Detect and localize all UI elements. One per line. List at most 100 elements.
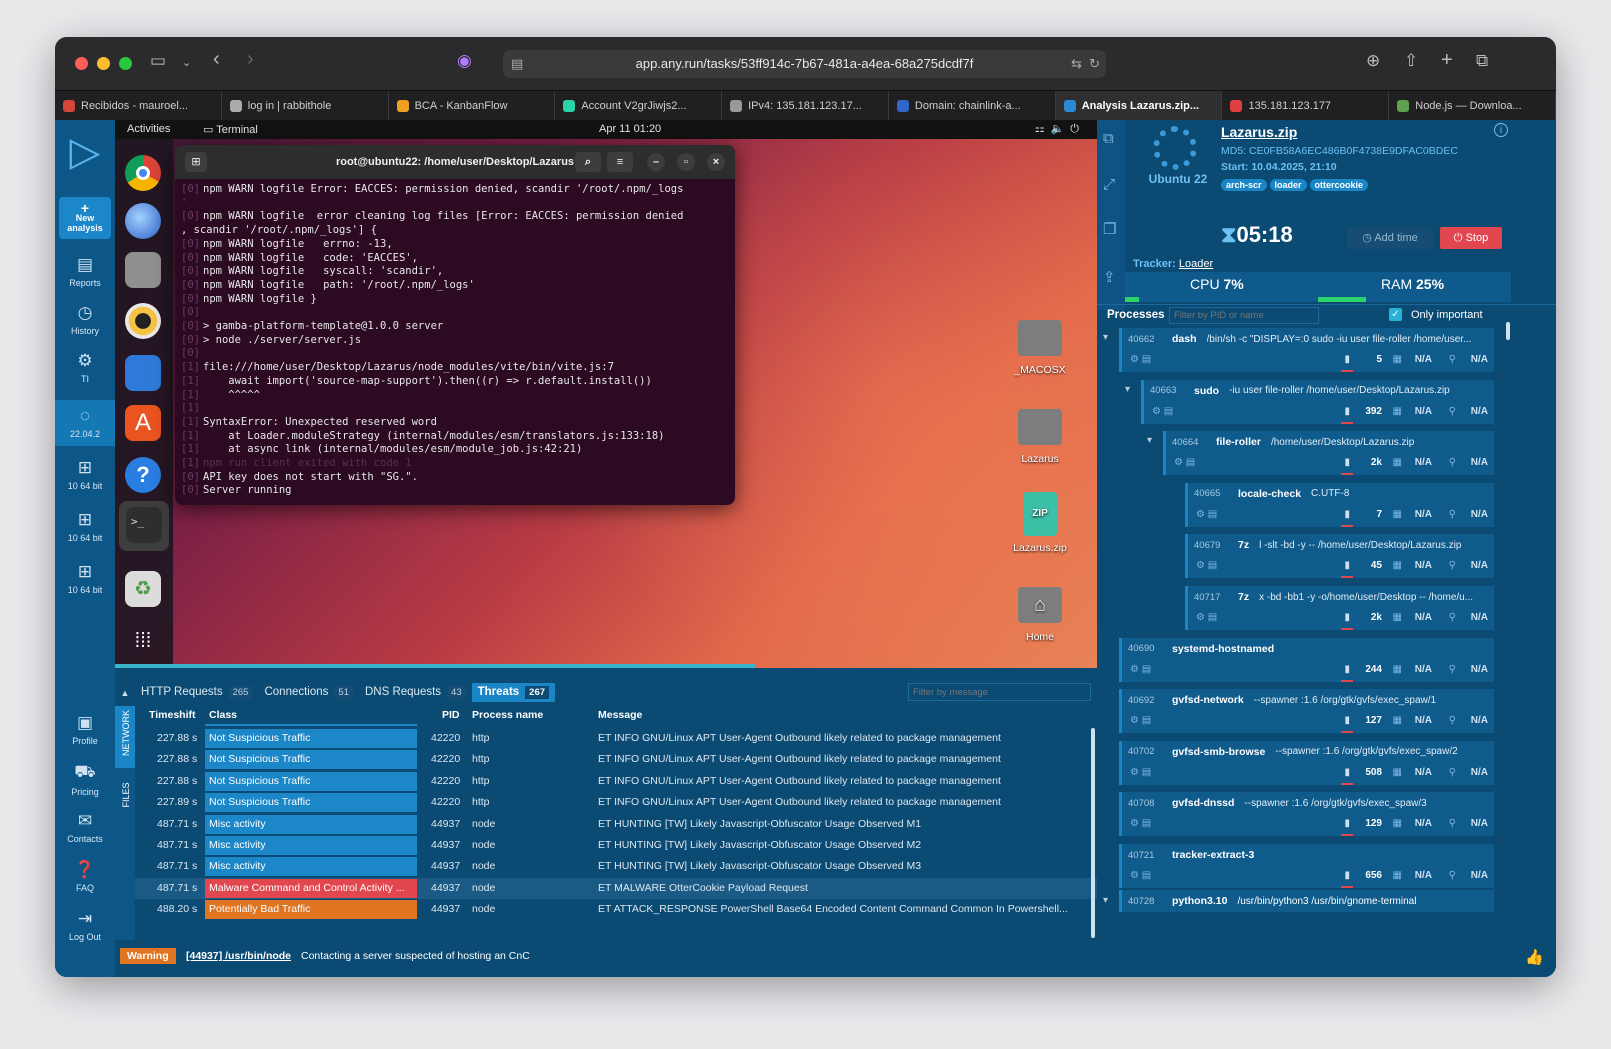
expand-chevron-icon[interactable]: ▾: [1125, 384, 1130, 395]
translate-icon[interactable]: ⇆: [1071, 50, 1082, 78]
threat-row[interactable]: 227.88 s Not Suspicious Traffic 42220 http E…: [135, 749, 1097, 770]
col-timeshift[interactable]: Timeshift: [149, 709, 195, 721]
vtab-files[interactable]: FILES: [121, 772, 131, 818]
events-tab[interactable]: Threats 267: [471, 683, 556, 702]
desktop-folder-macosx[interactable]: _MACOSX: [1005, 320, 1075, 376]
terminal-dock-icon[interactable]: >_: [126, 507, 162, 543]
browser-tab[interactable]: 135.181.123.177: [1222, 91, 1390, 121]
desktop-file-lazarus-zip[interactable]: ZIP Lazarus.zip: [1005, 492, 1075, 554]
events-tab[interactable]: Connections 51: [258, 683, 359, 702]
thunderbird-icon[interactable]: [125, 203, 161, 239]
threat-row[interactable]: 487.71 s Misc activity 44937 node ET HUNTING…: [135, 814, 1097, 835]
threat-row[interactable]: 227.89 s Not Suspicious Traffic 42220 http E…: [135, 792, 1097, 813]
expand-chevron-icon[interactable]: ▾: [1103, 895, 1108, 906]
threat-row[interactable]: 487.71 s Malware Command and Control Acti…: [135, 877, 1097, 899]
events-tab[interactable]: HTTP Requests 265: [135, 683, 258, 702]
process-row[interactable]: 40690 systemd-hostnamed ⚙ ▤ ▮ 244 ▦ N/A ⚲ N/A: [1119, 637, 1494, 682]
tag[interactable]: ottercookie: [1309, 179, 1369, 191]
copy-icon[interactable]: ❐: [1103, 220, 1116, 238]
close-window-button[interactable]: [75, 57, 88, 70]
back-icon[interactable]: ‹: [213, 48, 220, 71]
process-row-last[interactable]: 40728 python3.10 /usr/bin/python3 /usr/b…: [1119, 890, 1494, 912]
browser-tab[interactable]: IPv4: 135.181.123.17...: [722, 91, 889, 121]
browser-tab[interactable]: Domain: chainlink-a...: [889, 91, 1056, 121]
process-filter-input[interactable]: [1169, 307, 1319, 324]
nav-windows-vm-2[interactable]: ⊞ 10 64 bit: [55, 510, 115, 543]
process-row[interactable]: 40721 tracker-extract-3 ⚙ ▤ ▮ 656 ▦ N/A ⚲ N/A: [1119, 844, 1494, 888]
threat-row[interactable]: 227.88 s Not Suspicious Traffic 42220 http E…: [135, 771, 1097, 792]
system-tray-icons[interactable]: ⚏🔈⏻: [1035, 122, 1085, 136]
process-row[interactable]: 40692 gvfsd-network --spawner :1.6 /org/gt…: [1119, 689, 1494, 734]
browser-tab[interactable]: BCA - KanbanFlow: [389, 91, 556, 121]
minimize-icon[interactable]: –: [647, 153, 665, 171]
col-pid[interactable]: PID: [442, 709, 460, 721]
events-scrollbar[interactable]: [1091, 728, 1095, 938]
app-menu[interactable]: ▭ Terminal: [203, 123, 258, 136]
browser-tab[interactable]: Recibidos - mauroel...: [55, 91, 222, 121]
address-bar[interactable]: ▤ app.any.run/tasks/53ff914c-7b67-481a-a…: [503, 50, 1106, 78]
only-important-checkbox[interactable]: ✓: [1389, 308, 1402, 321]
collapse-icon[interactable]: ▲: [115, 688, 135, 698]
file-name[interactable]: Lazarus.zip: [1221, 124, 1297, 140]
browser-tab[interactable]: Account V2grJiwjs2...: [555, 91, 723, 121]
nav-profile[interactable]: ▣ Profile: [55, 713, 115, 746]
files-icon[interactable]: [125, 252, 161, 288]
rhythmbox-icon[interactable]: [125, 303, 161, 339]
info-icon[interactable]: i: [1494, 123, 1508, 137]
upload-icon[interactable]: ⇪: [1103, 268, 1116, 286]
vm-screen[interactable]: Activities ▭ Terminal Apr 11 01:20 ⚏🔈⏻ A…: [115, 120, 1097, 668]
sidebar-toggle-icon[interactable]: ▭: [150, 51, 166, 71]
tag[interactable]: loader: [1269, 179, 1307, 191]
new-analysis-button[interactable]: + New analysis: [59, 197, 111, 239]
new-tab-icon[interactable]: +: [1441, 49, 1453, 72]
vtab-network[interactable]: NETWORK: [121, 705, 131, 761]
help-app-icon[interactable]: ?: [125, 457, 161, 493]
writer-icon[interactable]: [125, 355, 161, 391]
browser-tab[interactable]: Node.js — Downloa...: [1389, 91, 1556, 121]
chevron-down-icon[interactable]: ⌄: [182, 56, 191, 69]
thumbs-up-icon[interactable]: 👍: [1525, 948, 1544, 966]
forward-icon[interactable]: ›: [247, 48, 254, 71]
col-message[interactable]: Message: [598, 709, 642, 721]
process-row[interactable]: 40663 sudo -iu user file-roller /home/user…: [1141, 379, 1494, 424]
nav-pricing[interactable]: ⛟ Pricing: [55, 762, 115, 797]
show-apps-icon[interactable]: ⁞⁞⁞: [125, 623, 161, 659]
threat-row[interactable]: 227.88 s Not Suspicious Traffic 42220 http E…: [135, 728, 1097, 749]
app-center-icon[interactable]: A: [125, 405, 161, 441]
nav-ubuntu-vm[interactable]: ◌ 22.04.2: [55, 400, 115, 446]
process-row[interactable]: 40702 gvfsd-smb-browse --spawner :1.6 /org…: [1119, 740, 1494, 785]
fullscreen-icon[interactable]: ⤢: [1103, 176, 1115, 193]
stop-button[interactable]: ⏻ Stop: [1440, 227, 1502, 249]
add-time-button[interactable]: ◷ Add time: [1347, 227, 1433, 249]
threat-row[interactable]: 487.71 s Misc activity 44937 node ET HUNTING…: [135, 856, 1097, 877]
process-row[interactable]: 40662 dash/bin/sh -c "DISPLAY=:0 sudo -iu…: [1119, 328, 1494, 372]
nav-reports[interactable]: ▤ Reports: [55, 255, 115, 288]
browser-tab[interactable]: Analysis Lazarus.zip...: [1055, 91, 1223, 121]
nav-history[interactable]: ◷ History: [55, 303, 115, 336]
tag[interactable]: arch-scr: [1221, 179, 1267, 191]
process-row[interactable]: 40717 7z x -bd -bb1 -y -o/home/user/Deskto…: [1185, 586, 1494, 630]
desktop-folder-lazarus[interactable]: Lazarus: [1005, 409, 1075, 465]
terminal-output[interactable]: [0] npm WARN logfile Error: EACCES: permi…: [175, 179, 735, 502]
download-icon[interactable]: ⊕: [1366, 51, 1380, 71]
chrome-icon[interactable]: [125, 155, 161, 191]
menu-icon[interactable]: ≡: [607, 152, 633, 172]
close-icon[interactable]: ×: [707, 153, 725, 171]
share-icon[interactable]: ⇧: [1404, 51, 1418, 71]
nav-ti[interactable]: ⚙ TI: [55, 351, 115, 384]
process-scrollbar[interactable]: [1506, 322, 1510, 340]
process-row[interactable]: 40708 gvfsd-dnssd --spawner :1.6 /org/gtk/…: [1119, 792, 1494, 837]
process-row[interactable]: 40679 7z l -slt -bd -y -- /home/user/Deskt…: [1185, 534, 1494, 579]
extension-icon[interactable]: ◉: [457, 51, 472, 71]
zoom-window-button[interactable]: [119, 57, 132, 70]
maximize-icon[interactable]: ▫: [677, 153, 695, 171]
expand-chevron-icon[interactable]: ▾: [1147, 435, 1152, 446]
expand-chevron-icon[interactable]: ▾: [1103, 332, 1108, 343]
trash-icon[interactable]: ♻: [125, 571, 161, 607]
tracker-value[interactable]: Loader: [1179, 258, 1213, 270]
nav-faq[interactable]: ❓ FAQ: [55, 860, 115, 893]
external-link-icon[interactable]: ⧉: [1103, 130, 1114, 147]
search-icon[interactable]: ⌕: [575, 152, 601, 172]
clock[interactable]: Apr 11 01:20: [599, 123, 661, 135]
threat-row[interactable]: 488.20 s Potentially Bad Traffic 44937 node…: [135, 899, 1097, 920]
